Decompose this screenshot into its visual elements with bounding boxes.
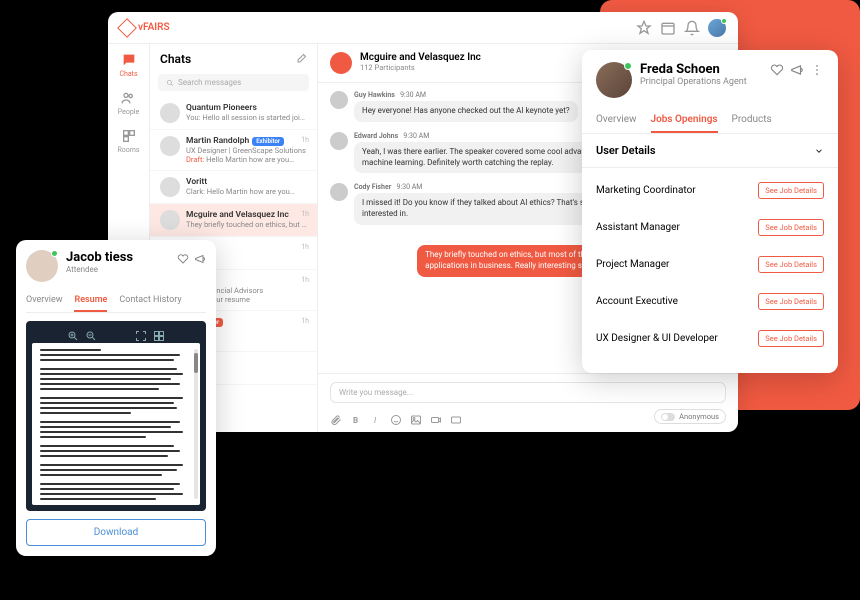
document-page[interactable] [32, 343, 200, 505]
job-list: Marketing CoordinatorSee Job DetailsAssi… [582, 168, 838, 361]
avatar [160, 210, 180, 230]
job-row: Assistant Manager See Job Details [596, 209, 824, 246]
rooms-icon [121, 128, 137, 144]
italic-icon[interactable]: I [370, 411, 382, 423]
anonymous-toggle[interactable]: Anonymous [654, 409, 726, 424]
avatar [330, 183, 348, 201]
chat-item[interactable]: Quantum Pioneers You: Hello all session … [150, 97, 317, 130]
zoom-out-icon[interactable] [85, 327, 97, 339]
resume-tabs: Overview Resume Contact History [26, 290, 206, 313]
bold-icon[interactable]: B [350, 411, 362, 423]
resume-role: Attendee [66, 265, 133, 274]
search-input[interactable]: Search messages [158, 74, 309, 91]
document-viewer [26, 321, 206, 511]
avatar [330, 132, 348, 150]
download-button[interactable]: Download [26, 519, 206, 546]
job-title: UX Designer & UI Developer [596, 333, 718, 344]
chat-item[interactable]: Voritt Clark: Hello Martin how are you… [150, 171, 317, 204]
job-title: Assistant Manager [596, 222, 680, 233]
heart-icon[interactable] [770, 62, 784, 76]
resume-avatar [26, 250, 58, 282]
tab-overview[interactable]: Overview [596, 108, 637, 133]
profile-tabs: Overview Jobs Openings Products [582, 108, 838, 134]
image-icon[interactable] [410, 411, 422, 423]
see-job-button[interactable]: See Job Details [758, 256, 824, 273]
logo-icon [117, 18, 137, 38]
profile-role: Principal Operations Agent [640, 77, 747, 87]
scrollbar[interactable] [194, 349, 198, 499]
more-icon[interactable] [810, 62, 824, 76]
job-row: Project Manager See Job Details [596, 246, 824, 283]
job-row: Account Executive See Job Details [596, 283, 824, 320]
sidebar-item-people[interactable]: People [118, 90, 139, 116]
people-icon [120, 90, 136, 106]
video-icon[interactable] [450, 411, 462, 423]
tab-overview[interactable]: Overview [26, 290, 62, 312]
attachment-icon[interactable] [330, 411, 342, 423]
message-composer: Write you message... B I Anonymous [318, 373, 738, 432]
megaphone-icon[interactable] [194, 250, 206, 262]
avatar [160, 103, 180, 123]
job-title: Project Manager [596, 259, 669, 270]
user-details-accordion[interactable]: User Details [582, 134, 838, 168]
titlebar: vFAIRS [108, 12, 738, 44]
svg-text:B: B [353, 416, 358, 425]
see-job-button[interactable]: See Job Details [758, 219, 824, 236]
see-job-button[interactable]: See Job Details [758, 293, 824, 310]
camera-icon[interactable] [430, 411, 442, 423]
profile-panel: Freda Schoen Principal Operations Agent … [582, 50, 838, 373]
brand-logo: vFAIRS [120, 21, 170, 35]
channel-avatar [330, 52, 352, 74]
avatar [330, 91, 348, 109]
zoom-in-icon[interactable] [67, 327, 79, 339]
svg-text:I: I [374, 416, 377, 425]
grid-icon[interactable] [153, 327, 165, 339]
participant-count: 112 Participants [360, 63, 481, 72]
resume-name: Jacob tiess [66, 250, 133, 265]
job-title: Account Executive [596, 296, 678, 307]
tab-jobs[interactable]: Jobs Openings [651, 108, 718, 133]
user-avatar[interactable] [708, 19, 726, 37]
edit-icon[interactable] [295, 53, 307, 65]
chat-item[interactable]: Mcguire and Velasquez Inc They briefly t… [150, 204, 317, 237]
job-row: UX Designer & UI Developer See Job Detail… [596, 320, 824, 357]
resume-panel: Jacob tiess Attendee Overview Resume Con… [16, 240, 216, 556]
tab-resume[interactable]: Resume [74, 290, 107, 312]
toggle-switch [661, 413, 675, 421]
conversation-title: Mcguire and Velasquez Inc [360, 52, 481, 63]
sidebar-item-chats[interactable]: Chats [119, 52, 137, 78]
message-input[interactable]: Write you message... [330, 382, 726, 403]
chat-item[interactable]: Martin RandolphExhibitor UX Designer | G… [150, 130, 317, 171]
sidebar-item-rooms[interactable]: Rooms [117, 128, 139, 154]
calendar-icon[interactable] [660, 20, 676, 36]
heart-icon[interactable] [177, 250, 189, 262]
job-row: Marketing Coordinator See Job Details [596, 172, 824, 209]
tab-products[interactable]: Products [732, 108, 772, 133]
expand-icon[interactable] [135, 327, 147, 339]
job-title: Marketing Coordinator [596, 185, 696, 196]
emoji-icon[interactable] [390, 411, 402, 423]
tab-contact-history[interactable]: Contact History [119, 290, 181, 312]
chat-list-title: Chats [160, 52, 191, 66]
pin-icon[interactable] [636, 20, 652, 36]
profile-avatar [596, 62, 632, 98]
chat-icon [121, 52, 137, 68]
search-icon [166, 79, 174, 87]
megaphone-icon[interactable] [790, 62, 804, 76]
see-job-button[interactable]: See Job Details [758, 182, 824, 199]
profile-name: Freda Schoen [640, 62, 747, 77]
avatar [160, 177, 180, 197]
brand-name: vFAIRS [138, 22, 170, 33]
see-job-button[interactable]: See Job Details [758, 330, 824, 347]
avatar [160, 136, 180, 156]
chevron-down-icon [814, 146, 824, 156]
bell-icon[interactable] [684, 20, 700, 36]
